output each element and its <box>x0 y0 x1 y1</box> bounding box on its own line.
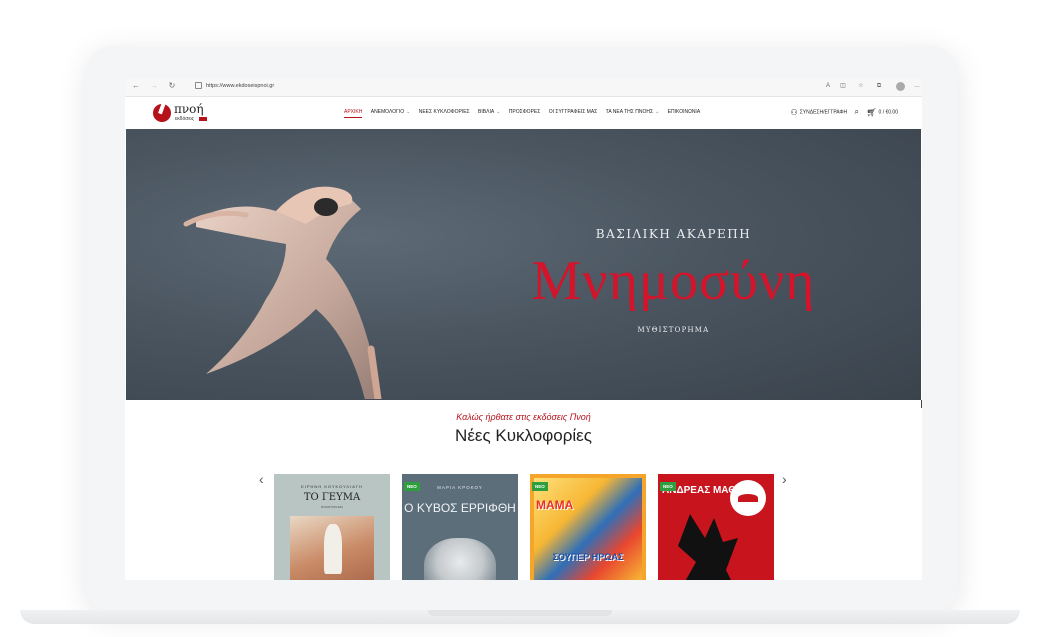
laptop-base <box>0 610 1040 630</box>
user-icon[interactable]: ⚇ <box>791 108 798 117</box>
carousel-next-button[interactable]: › <box>782 471 787 487</box>
nav-item-authors[interactable]: ΟΙ ΣΥΓΓΡΑΦΕΙΣ ΜΑΣ <box>549 109 598 115</box>
book-title: ΜΑΜΑ <box>536 498 574 512</box>
back-icon[interactable]: ← <box>131 81 141 91</box>
nav-item-contact[interactable]: ΕΠΙΚΟΙΝΩΝΙΑ <box>668 109 700 115</box>
nav-item-books[interactable]: ΒΙΒΛΙΑ <box>478 109 500 115</box>
book-card-to-geuma[interactable]: ΕΙΡΗΝΗ ΚΟΥΚΟΥΛΙΑΤΗ ΤΟ ΓΕΥΜΑ ΜΥΘΙΣΤΟΡΗΜΑ <box>274 474 390 580</box>
new-badge: ΝΕΟ <box>404 482 420 491</box>
book-cover-art <box>290 516 374 580</box>
book-cover-shape <box>678 514 738 580</box>
book-title-2: ΣΟΥΠΕΡ ΗΡΩΑΣ <box>552 552 624 562</box>
read-aloud-icon[interactable]: A <box>823 81 833 91</box>
book-author: ΕΙΡΗΝΗ ΚΟΥΚΟΥΛΙΑΤΗ <box>301 484 363 489</box>
hero-author: ΒΑΣΙΛΙΚΗ ΑΚΑΡΕΠΗ <box>595 227 752 241</box>
section-title: Νέες Κυκλοφορίες <box>455 426 592 445</box>
reload-icon[interactable]: ↻ <box>167 81 177 91</box>
favorites-icon[interactable]: ☆ <box>856 81 866 91</box>
url-text: https://www.ekdoseispnoi.gr <box>206 83 275 89</box>
address-bar[interactable]: https://www.ekdoseispnoi.gr <box>195 81 755 92</box>
book-card-o-kyvos-errifthi[interactable]: ΜΑΡΙΑ ΚΡΟΚΟΥ Ο ΚΥΒΟΣ ΕΡΡΙΦΘΗ ΝΕΟ <box>402 474 518 580</box>
new-badge: ΝΕΟ <box>532 482 548 491</box>
site-header: πνοή εκδόσεις ΑΡΧΙΚΗ ΑΝΕΜΟΛΟΓΙΟ ΝΕΕΣ ΚΥΚ… <box>125 97 922 130</box>
logo-sub: εκδόσεις <box>175 116 195 122</box>
search-icon[interactable]: ⌕ <box>855 107 859 117</box>
forward-icon[interactable]: → <box>149 81 159 91</box>
screen: ← → ↻ https://www.ekdoseispnoi.gr A ◫ ☆ … <box>125 78 922 580</box>
hero-banner[interactable]: ΒΑΣΙΛΙΚΗ ΑΚΑΡΕΠΗ Μνημοσύνη ΜΥΘΙΣΤΟΡΗΜΑ <box>126 129 921 400</box>
profile-avatar[interactable] <box>896 82 905 91</box>
collections-icon[interactable]: ⧉ <box>874 81 884 91</box>
book-cover-art <box>534 478 642 580</box>
hero-genre: ΜΥΘΙΣΤΟΡΗΜΑ <box>637 326 710 334</box>
book-card-andreas-mathios[interactable]: ΑΝΔΡΕΑΣ ΜΑΘΙΟΣ ΝΕΟ <box>658 474 774 580</box>
logo-bar <box>199 117 207 121</box>
nav-item-anemologio[interactable]: ΑΝΕΜΟΛΟΓΙΟ <box>371 109 411 115</box>
lock-icon <box>195 82 202 90</box>
carousel-prev-button[interactable]: ‹ <box>259 471 264 487</box>
book-subtitle: ΜΥΘΙΣΤΟΡΗΜΑ <box>320 505 344 509</box>
welcome-text: Καλώς ήρθατε στις εκδόσεις Πνοή <box>456 412 591 422</box>
nav-item-offers[interactable]: ΠΡΟΣΦΟΡΕΣ <box>509 109 541 115</box>
main-nav: ΑΡΧΙΚΗ ΑΝΕΜΟΛΟΓΙΟ ΝΕΕΣ ΚΥΚΛΟΦΟΡΙΕΣ ΒΙΒΛΙ… <box>344 109 707 118</box>
book-title: Ο ΚΥΒΟΣ ΕΡΡΙΦΘΗ <box>404 501 516 515</box>
login-link[interactable]: ΣΥΝΔΕΣΗ/ΕΓΓΡΑΦΗ <box>800 109 847 115</box>
book-title: ΤΟ ΓΕΥΜΑ <box>303 492 361 503</box>
nav-item-new-releases[interactable]: ΝΕΕΣ ΚΥΚΛΟΦΟΡΙΕΣ <box>419 109 470 115</box>
hero-title: Μνημοσύνη <box>531 250 816 312</box>
new-badge: ΝΕΟ <box>660 482 676 491</box>
scrollbar[interactable] <box>921 400 922 408</box>
header-actions: ⚇ ΣΥΝΔΕΣΗ/ΕΓΓΡΑΦΗ ⌕ 🛒︎ 0 / €0.00 <box>789 107 898 117</box>
browser-toolbar: ← → ↻ https://www.ekdoseispnoi.gr A ◫ ☆ … <box>125 78 922 97</box>
logo-mark-icon <box>153 104 171 122</box>
nav-item-home[interactable]: ΑΡΧΙΚΗ <box>344 109 363 118</box>
logo-name: πνοή <box>174 102 204 116</box>
tab-icon[interactable]: ◫ <box>838 81 848 91</box>
cart-icon[interactable]: 🛒︎ <box>866 108 876 117</box>
cart-total[interactable]: 0 / €0.00 <box>879 109 898 115</box>
nav-item-news[interactable]: ΤΑ ΝΕΑ ΤΗΣ ΠΝΟΗΣ <box>606 109 660 115</box>
book-cover-art <box>424 538 496 580</box>
book-card-mama-super-hero[interactable]: ΜΑΜΑ ΣΟΥΠΕΡ ΗΡΩΑΣ ΝΕΟ <box>530 474 646 580</box>
more-icon[interactable]: … <box>912 81 922 91</box>
